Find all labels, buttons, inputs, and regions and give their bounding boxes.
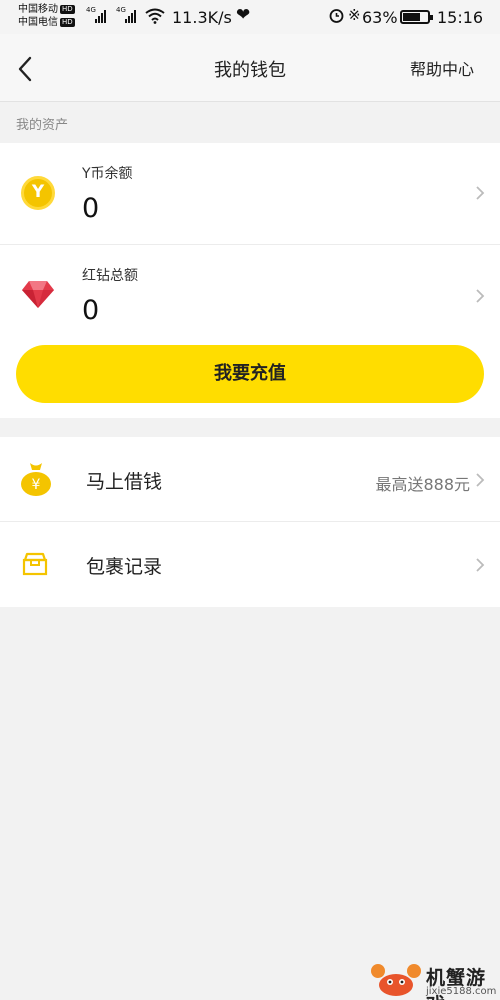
carrier-info: 中国移动 HD 中国电信 HD: [18, 3, 75, 29]
chevron-right-icon: [476, 558, 485, 572]
red-diamond-icon: [22, 281, 54, 308]
watermark-url: jixie5188.com: [426, 986, 497, 997]
menu-item-borrow-money[interactable]: ¥ 马上借钱 最高送888元: [0, 437, 500, 522]
chevron-right-icon: [476, 186, 485, 200]
y-coin-label: Y币余额: [82, 166, 133, 182]
chevron-right-icon: [476, 473, 485, 487]
red-diamond-label: 红钻总额: [82, 268, 138, 284]
wifi-icon: [145, 8, 165, 24]
battery-icon: [400, 10, 433, 24]
help-center-link[interactable]: 帮助中心: [410, 56, 474, 80]
y-coin-balance-row[interactable]: Y Y币余额 0: [0, 143, 500, 244]
carrier-2: 中国电信: [18, 17, 58, 28]
carrier-1: 中国移动: [18, 4, 58, 15]
menu-label: 包裹记录: [86, 556, 163, 578]
hd-badge-2: HD: [60, 18, 75, 27]
crab-logo-icon: [371, 964, 421, 996]
recharge-button[interactable]: 我要充值: [16, 345, 484, 403]
signal-icon-2: [125, 10, 136, 23]
clock: 15:16: [437, 8, 484, 27]
assets-card: Y Y币余额 0 红钻总额 0 我要充值: [0, 143, 500, 418]
money-bag-icon: ¥: [21, 463, 51, 496]
heart-icon: ❤: [236, 5, 251, 25]
network-speed: 11.3K/s: [172, 8, 232, 27]
watermark-logo: 机蟹游戏 jixie5188.com: [368, 955, 500, 1000]
nav-bar: 我的钱包 帮助中心: [0, 34, 500, 102]
signal-icon: [95, 10, 106, 23]
package-box-icon: [22, 552, 48, 576]
section-label-my-assets: 我的资产: [16, 118, 69, 133]
menu-card: ¥ 马上借钱 最高送888元 包裹记录: [0, 437, 500, 607]
hd-badge: HD: [60, 5, 75, 14]
alarm-icon: [329, 9, 344, 23]
battery-percent: 63%: [362, 8, 398, 27]
promo-text: 最高送888元: [375, 475, 470, 494]
yuan-glyph: ¥: [32, 477, 41, 493]
y-coin-value: 0: [82, 193, 100, 224]
menu-item-package-records[interactable]: 包裹记录: [0, 522, 500, 607]
bluetooth-icon: ※: [348, 6, 361, 24]
menu-label: 马上借钱: [86, 471, 163, 493]
y-coin-icon: Y: [21, 176, 55, 210]
red-diamond-value: 0: [82, 295, 100, 326]
red-diamond-total-row[interactable]: 红钻总额 0: [0, 245, 500, 345]
status-bar: 中国移动 HD 中国电信 HD 4G 4G 11.3K/s ❤ ※ 63% 15:1…: [0, 0, 500, 34]
chevron-right-icon: [476, 289, 485, 303]
